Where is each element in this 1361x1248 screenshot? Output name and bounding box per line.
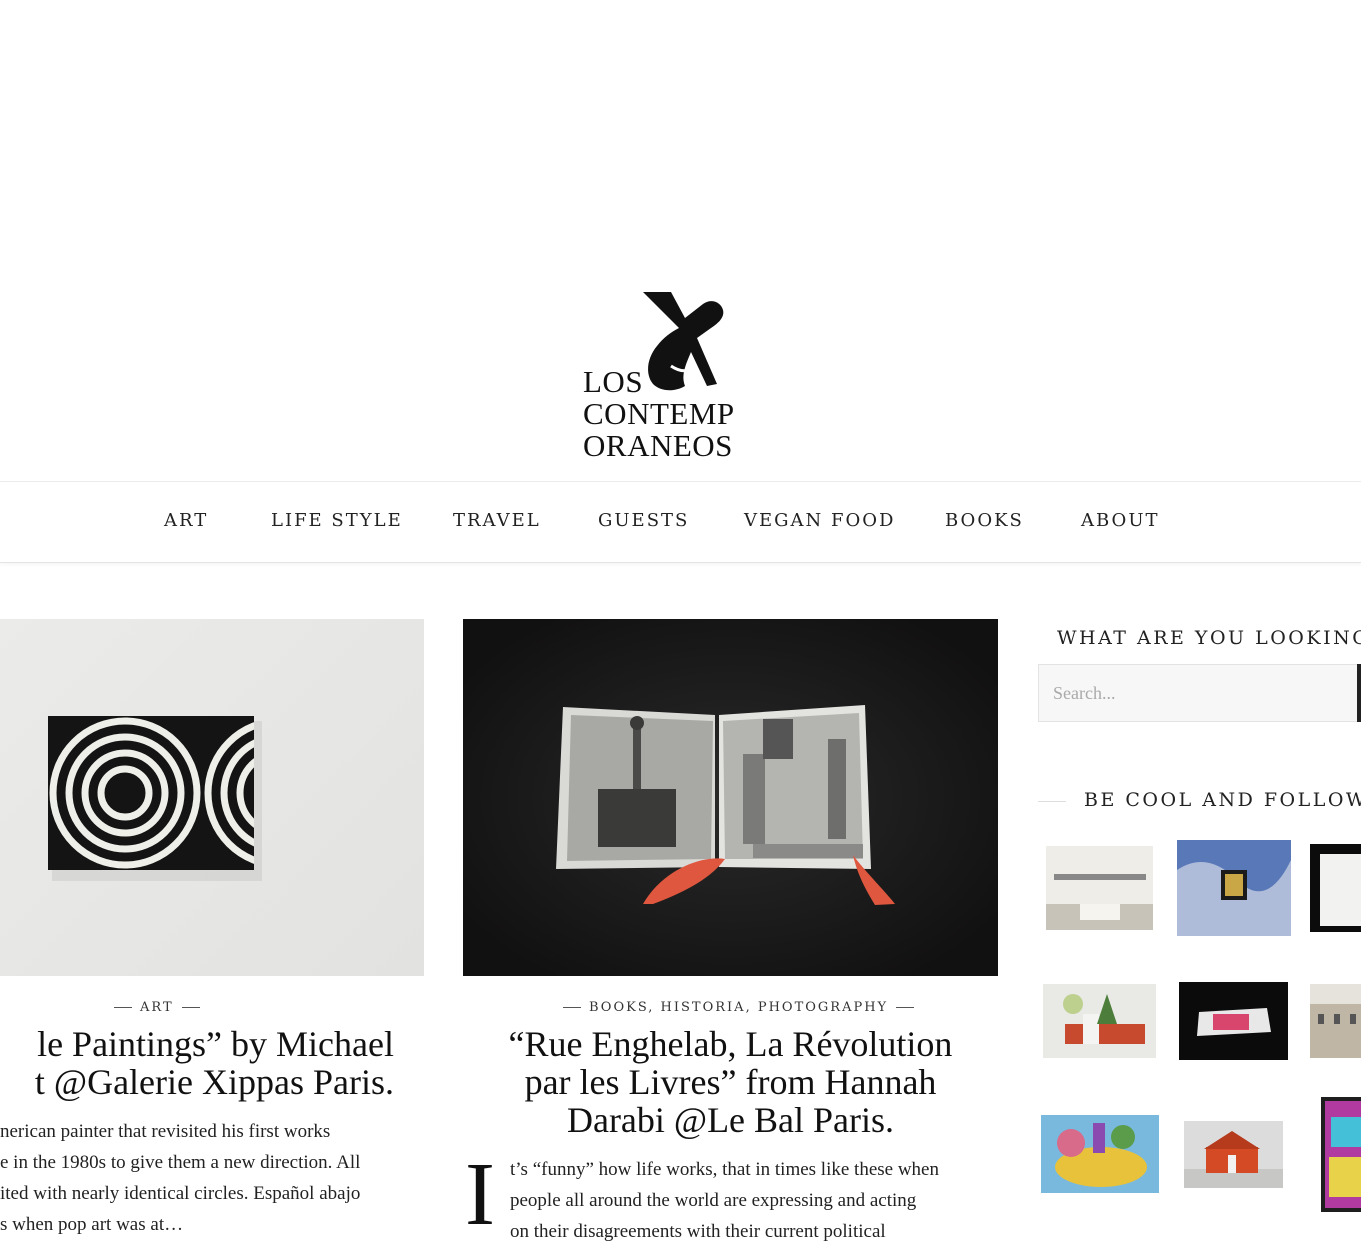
logo-line: CONTEMP (583, 396, 735, 431)
post-excerpt: t’s “funny” how life works, that in time… (510, 1154, 1010, 1247)
category-dash (896, 1007, 915, 1008)
excerpt-line: nerican painter that revisited his first… (0, 1121, 331, 1142)
logo-text: LOS CONTEMP ORANEOS (583, 366, 735, 462)
nav-item-guests[interactable]: GUESTS (598, 510, 689, 531)
search-input[interactable] (1038, 664, 1361, 722)
excerpt-line: s when pop art was at… (0, 1214, 184, 1235)
instagram-thumb[interactable] (1321, 1097, 1361, 1212)
post-categories: BOOKS, HISTORIA, PHOTOGRAPHY (563, 1000, 922, 1015)
thumb-image (1043, 984, 1156, 1058)
circles-painting-image (48, 716, 262, 881)
excerpt-line: on their disagreements with their curren… (510, 1221, 886, 1242)
logo-line: LOS (583, 364, 644, 399)
page: LOS CONTEMP ORANEOS ART LIFE STYLE TRAVE… (0, 0, 1361, 1248)
title-line: Darabi @Le Bal Paris. (566, 1100, 895, 1140)
category-link-photography[interactable]: PHOTOGRAPHY (758, 1000, 888, 1015)
dropcap: I (465, 1145, 495, 1244)
instagram-thumb[interactable] (1179, 982, 1288, 1060)
post-image-book[interactable] (463, 619, 998, 976)
nav-item-life-style[interactable]: LIFE STYLE (271, 510, 403, 531)
nav-item-travel[interactable]: TRAVEL (453, 510, 541, 531)
title-line: t @Galerie Xippas Paris. (34, 1062, 394, 1102)
thumb-image (1184, 1121, 1283, 1188)
instagram-thumb[interactable] (1046, 846, 1153, 930)
excerpt-line: people all around the world are expressi… (510, 1190, 917, 1211)
nav-item-vegan-food[interactable]: VEGAN FOOD (744, 510, 895, 531)
post-category: ART (114, 1000, 208, 1015)
nav-item-about[interactable]: ABOUT (1081, 510, 1160, 531)
category-dash (563, 1007, 581, 1008)
post-image-circles-painting[interactable] (0, 619, 424, 976)
thumb-image (1310, 844, 1361, 932)
instagram-thumb[interactable] (1177, 840, 1291, 936)
category-link[interactable]: ART (140, 1000, 174, 1015)
site-logo[interactable]: LOS CONTEMP ORANEOS (583, 288, 743, 463)
follow-divider (1038, 801, 1066, 802)
post-title[interactable]: le Paintings” by Michael t @Galerie Xipp… (0, 1025, 424, 1101)
thumb-image (1041, 1115, 1159, 1193)
follow-widget-title: BE COOL AND FOLLOW U (1084, 789, 1361, 811)
category-link-historia[interactable]: HISTORIA (661, 1000, 746, 1015)
excerpt-line: e in the 1980s to give them a new direct… (0, 1152, 361, 1173)
nav-item-books[interactable]: BOOKS (945, 510, 1024, 531)
post-excerpt: nerican painter that revisited his first… (0, 1116, 424, 1240)
instagram-thumb[interactable] (1041, 1115, 1159, 1193)
thumb-image (1321, 1097, 1361, 1212)
instagram-thumb[interactable] (1310, 984, 1361, 1058)
search-widget-title: WHAT ARE YOU LOOKING F (1057, 627, 1361, 649)
thumb-image (1177, 840, 1291, 936)
post-title[interactable]: “Rue Enghelab, La Révolution par les Liv… (463, 1025, 998, 1139)
nav-item-art[interactable]: ART (164, 510, 208, 531)
thumb-image (1046, 846, 1153, 930)
category-dash (181, 1007, 200, 1008)
instagram-thumb[interactable] (1310, 844, 1361, 932)
title-line: par les Livres” from Hannah (524, 1062, 937, 1102)
instagram-thumb[interactable] (1184, 1121, 1283, 1188)
excerpt-line: ited with nearly identical circles. Espa… (0, 1183, 361, 1204)
logo-line: ORANEOS (583, 428, 733, 463)
main-nav: ART LIFE STYLE TRAVEL GUESTS VEGAN FOOD … (0, 481, 1361, 563)
category-dash (114, 1007, 132, 1008)
open-book-image (463, 619, 998, 976)
title-line: le Paintings” by Michael (37, 1024, 394, 1064)
title-line: “Rue Enghelab, La Révolution (508, 1024, 953, 1064)
instagram-thumb[interactable] (1043, 984, 1156, 1058)
search-button[interactable] (1357, 664, 1361, 722)
excerpt-line: t’s “funny” how life works, that in time… (510, 1159, 939, 1180)
thumb-image (1179, 982, 1288, 1060)
category-link-books[interactable]: BOOKS (589, 1000, 648, 1015)
thumb-image (1310, 984, 1361, 1058)
